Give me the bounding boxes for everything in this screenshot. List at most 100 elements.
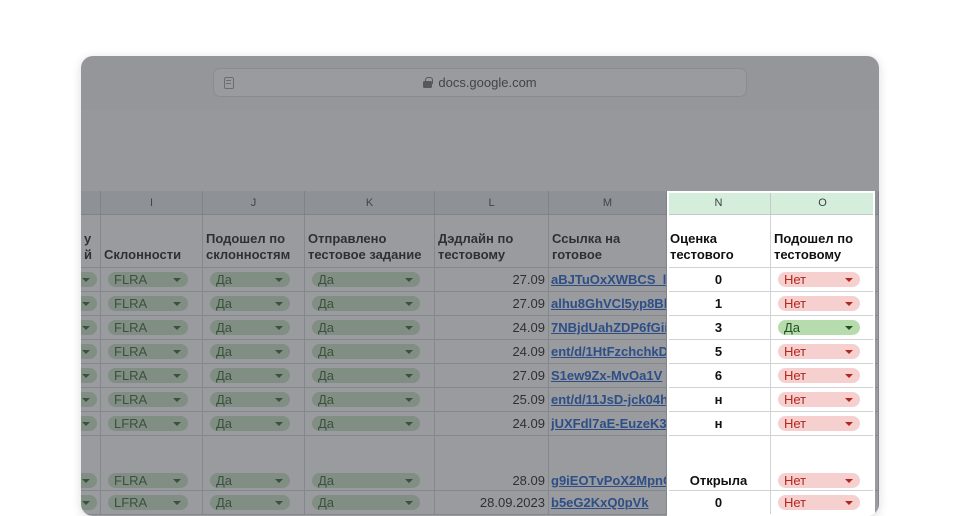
cell-j[interactable]: Да bbox=[203, 436, 305, 491]
cell-m[interactable]: 7NBjdUahZDP6fGii bbox=[549, 316, 667, 340]
dropdown-chip-i[interactable]: FLRA bbox=[108, 473, 188, 488]
header-cell-j[interactable]: Подошел по склонностям bbox=[203, 215, 305, 268]
dropdown-chip-j[interactable]: Да bbox=[210, 320, 290, 335]
cell-h[interactable] bbox=[81, 316, 101, 340]
cell-p[interactable] bbox=[875, 491, 879, 515]
cell-n[interactable]: 5 bbox=[667, 340, 771, 364]
header-cell-m[interactable]: Ссылка на готовое bbox=[549, 215, 667, 268]
cell-m[interactable]: aBJTuOxXWBCS_lv bbox=[549, 268, 667, 292]
cell-m[interactable]: jUXFdl7aE-EuzeK3 bbox=[549, 412, 667, 436]
dropdown-chip[interactable] bbox=[81, 416, 97, 431]
cell-o[interactable]: Нет bbox=[771, 491, 875, 515]
column-header-m[interactable]: M bbox=[549, 191, 667, 215]
cell-o[interactable]: Нет bbox=[771, 340, 875, 364]
cell-i[interactable]: FLRA bbox=[101, 268, 203, 292]
cell-h[interactable] bbox=[81, 491, 101, 515]
cell-k[interactable]: Да bbox=[305, 316, 435, 340]
cell-n[interactable]: Открыла bbox=[667, 436, 771, 491]
cell-j[interactable]: Да bbox=[203, 292, 305, 316]
dropdown-chip-k[interactable]: Да bbox=[312, 495, 420, 510]
dropdown-chip-i[interactable]: LFRA bbox=[108, 495, 188, 510]
cell-h[interactable] bbox=[81, 268, 101, 292]
cell-i[interactable]: FLRA bbox=[101, 340, 203, 364]
dropdown-chip-o[interactable]: Нет bbox=[778, 392, 860, 407]
cell-p[interactable] bbox=[875, 436, 879, 491]
cell-h[interactable] bbox=[81, 436, 101, 491]
cell-m[interactable]: g9iEOTvPoX2MpnC bbox=[549, 436, 667, 491]
cell-l[interactable]: 28.09.2023 bbox=[435, 491, 549, 515]
dropdown-chip[interactable] bbox=[81, 473, 97, 488]
dropdown-chip-j[interactable]: Да bbox=[210, 416, 290, 431]
cell-k[interactable]: Да bbox=[305, 412, 435, 436]
dropdown-chip-o[interactable]: Нет bbox=[778, 272, 860, 287]
column-header-o[interactable]: O bbox=[771, 191, 875, 215]
column-header-h[interactable] bbox=[81, 191, 101, 215]
dropdown-chip[interactable] bbox=[81, 495, 97, 510]
cell-m[interactable]: ent/d/11JsD-jck04h bbox=[549, 388, 667, 412]
cell-o[interactable]: Нет bbox=[771, 412, 875, 436]
cell-n[interactable]: 6 bbox=[667, 364, 771, 388]
dropdown-chip-j[interactable]: Да bbox=[210, 368, 290, 383]
cell-i[interactable]: FLRA bbox=[101, 388, 203, 412]
cell-o[interactable]: Нет bbox=[771, 268, 875, 292]
cell-m[interactable]: S1ew9Zx-MvOa1V bbox=[549, 364, 667, 388]
cell-j[interactable]: Да bbox=[203, 364, 305, 388]
cell-k[interactable]: Да bbox=[305, 491, 435, 515]
cell-l[interactable]: 24.09 bbox=[435, 412, 549, 436]
cell-o[interactable]: Нет bbox=[771, 364, 875, 388]
cell-l[interactable]: 24.09 bbox=[435, 316, 549, 340]
cell-j[interactable]: Да bbox=[203, 268, 305, 292]
cell-h[interactable] bbox=[81, 388, 101, 412]
dropdown-chip[interactable] bbox=[81, 344, 97, 359]
cell-h[interactable] bbox=[81, 364, 101, 388]
cell-i[interactable]: FLRA bbox=[101, 292, 203, 316]
dropdown-chip[interactable] bbox=[81, 320, 97, 335]
dropdown-chip-k[interactable]: Да bbox=[312, 392, 420, 407]
dropdown-chip-o[interactable]: Нет bbox=[778, 495, 860, 510]
dropdown-chip-o[interactable]: Нет bbox=[778, 368, 860, 383]
dropdown-chip-k[interactable]: Да bbox=[312, 344, 420, 359]
dropdown-chip-i[interactable]: LFRA bbox=[108, 416, 188, 431]
header-cell-p[interactable]: Д с bbox=[875, 215, 879, 268]
dropdown-chip-k[interactable]: Да bbox=[312, 416, 420, 431]
cell-j[interactable]: Да bbox=[203, 388, 305, 412]
dropdown-chip-k[interactable]: Да bbox=[312, 320, 420, 335]
cell-o[interactable]: Нет bbox=[771, 388, 875, 412]
cell-p[interactable] bbox=[875, 388, 879, 412]
dropdown-chip-k[interactable]: Да bbox=[312, 272, 420, 287]
dropdown-chip-j[interactable]: Да bbox=[210, 473, 290, 488]
dropdown-chip-k[interactable]: Да bbox=[312, 296, 420, 311]
dropdown-chip-j[interactable]: Да bbox=[210, 344, 290, 359]
cell-o[interactable]: Нет bbox=[771, 436, 875, 491]
dropdown-chip[interactable] bbox=[81, 272, 97, 287]
dropdown-chip-o[interactable]: Нет bbox=[778, 416, 860, 431]
column-header-l[interactable]: L bbox=[435, 191, 549, 215]
cell-l[interactable]: 27.09 bbox=[435, 292, 549, 316]
cell-j[interactable]: Да bbox=[203, 412, 305, 436]
dropdown-chip-o[interactable]: Нет bbox=[778, 296, 860, 311]
dropdown-chip-k[interactable]: Да bbox=[312, 473, 420, 488]
dropdown-chip-k[interactable]: Да bbox=[312, 368, 420, 383]
cell-l[interactable]: 24.09 bbox=[435, 340, 549, 364]
header-cell-h[interactable]: у й bbox=[81, 215, 101, 268]
header-cell-o[interactable]: Подошел по тестовому bbox=[771, 215, 875, 268]
cell-j[interactable]: Да bbox=[203, 491, 305, 515]
cell-m[interactable]: b5eG2KxQ0pVk bbox=[549, 491, 667, 515]
column-header-i[interactable]: I bbox=[101, 191, 203, 215]
address-bar[interactable]: docs.google.com bbox=[213, 68, 747, 97]
column-header-p[interactable] bbox=[875, 191, 879, 215]
cell-m[interactable]: ent/d/1HtFzchchkD bbox=[549, 340, 667, 364]
cell-p[interactable] bbox=[875, 412, 879, 436]
cell-k[interactable]: Да bbox=[305, 364, 435, 388]
cell-o[interactable]: Нет bbox=[771, 292, 875, 316]
cell-n[interactable]: н bbox=[667, 388, 771, 412]
dropdown-chip-i[interactable]: FLRA bbox=[108, 368, 188, 383]
dropdown-chip-i[interactable]: FLRA bbox=[108, 272, 188, 287]
dropdown-chip-j[interactable]: Да bbox=[210, 392, 290, 407]
cell-i[interactable]: LFRA bbox=[101, 412, 203, 436]
column-header-j[interactable]: J bbox=[203, 191, 305, 215]
cell-n[interactable]: 0 bbox=[667, 268, 771, 292]
cell-l[interactable]: 27.09 bbox=[435, 268, 549, 292]
column-header-k[interactable]: K bbox=[305, 191, 435, 215]
cell-j[interactable]: Да bbox=[203, 316, 305, 340]
